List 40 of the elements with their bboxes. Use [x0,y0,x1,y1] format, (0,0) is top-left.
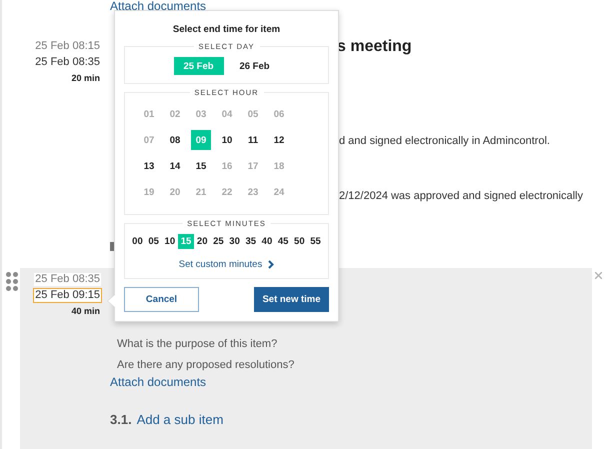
popover-title: Select end time for item [172,24,282,36]
minute-option[interactable]: 45 [275,234,292,249]
set-new-time-button[interactable]: Set new time [254,287,329,312]
hour-option[interactable]: 15 [191,156,211,176]
duration: 40 min [71,306,100,316]
end-time[interactable]: 25 Feb 09:15 [33,288,102,303]
cancel-button[interactable]: Cancel [124,287,199,312]
paragraph: d and signed electronically in Admincontrol. [339,135,550,147]
hour-option[interactable]: 11 [243,130,263,150]
minute-option[interactable]: 30 [226,234,243,249]
start-time: 25 Feb 08:35 [34,273,101,286]
minute-option[interactable]: 50 [291,234,308,249]
minute-option[interactable]: 40 [258,234,276,249]
question-text: What is the purpose of this item? [117,338,278,350]
minute-option[interactable]: 35 [242,234,259,249]
minute-option[interactable]: 10 [162,234,178,249]
hour-option[interactable]: 14 [165,156,185,176]
drag-handle-icon[interactable] [6,272,19,291]
paragraph: 2/12/2024 was approved and signed electronically [339,190,583,202]
end-time[interactable]: 25 Feb 08:35 [33,55,102,70]
minute-option[interactable]: 05 [146,234,162,249]
hour-option[interactable]: 08 [165,130,185,150]
chevron-right-icon [268,260,274,268]
minute-option[interactable]: 55 [307,234,324,249]
duration: 20 min [71,73,100,83]
attach-documents-link[interactable]: Attach documents [110,375,206,389]
attach-documents-link[interactable]: Attach documents [110,0,206,13]
hour-option[interactable]: 12 [269,130,289,150]
minute-option[interactable]: 00 [129,234,146,249]
sub-item-number: 3.1. [110,412,132,427]
hour-option[interactable]: 13 [139,156,159,176]
close-icon[interactable] [595,272,602,279]
add-sub-item-link[interactable]: Add a sub item [136,412,224,427]
question-text: Are there any proposed resolutions? [117,359,294,371]
hour-option[interactable]: 10 [217,130,237,150]
custom-minutes-link[interactable]: Set custom minutes [178,258,262,270]
minute-option[interactable]: 20 [194,234,210,249]
start-time: 25 Feb 08:15 [35,40,100,53]
minute-option[interactable]: 25 [210,234,226,249]
day-option[interactable]: 26 Feb [230,57,280,75]
